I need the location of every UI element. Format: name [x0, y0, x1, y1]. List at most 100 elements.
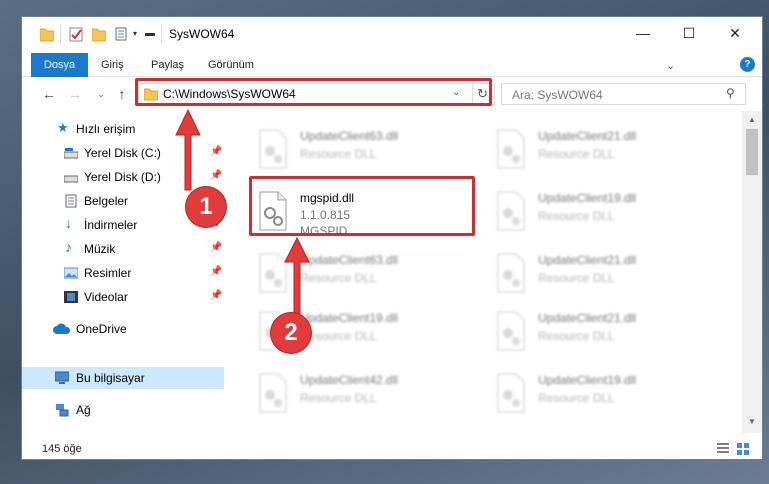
sidebar-item-drive-d[interactable]: Yerel Disk (D:) 📌	[22, 166, 224, 188]
dll-file-icon	[497, 129, 525, 169]
scroll-up-icon[interactable]: ▲	[746, 114, 758, 126]
scroll-down-icon[interactable]: ▼	[746, 416, 758, 428]
vertical-scrollbar[interactable]: ▲ ▼	[742, 111, 762, 433]
new-folder-icon[interactable]	[92, 26, 106, 42]
search-box[interactable]: Ara: SysWOW64 ⚲	[501, 83, 746, 105]
file-description: Resource DLL	[300, 329, 377, 343]
file-item[interactable]: UpdateClient42.dll Resource DLL	[250, 369, 474, 419]
recent-locations-icon[interactable]: ⌄	[92, 85, 110, 103]
sidebar-item-pictures[interactable]: Resimler 📌	[22, 262, 224, 284]
refresh-icon[interactable]: ↻	[477, 86, 488, 102]
file-name: UpdateClient19.dll	[538, 373, 637, 387]
back-arrow-icon[interactable]: ←	[40, 85, 58, 103]
sidebar-item-label: Müzik	[84, 242, 116, 256]
file-name: UpdateClient42.dll	[300, 373, 399, 387]
file-item[interactable]: UpdateClient19.dll Resource DLL	[488, 369, 712, 419]
sidebar-item-quick-access[interactable]: ★ Hızlı erişim	[22, 118, 224, 140]
sidebar-item-label: İndirmeler	[84, 218, 138, 232]
file-list: UpdateClient63.dll Resource DLL UpdateCl…	[228, 111, 742, 431]
navigation-pane: ★ Hızlı erişim Yerel Disk (C:) 📌 Yerel D…	[22, 111, 228, 431]
window-title: SysWOW64	[169, 27, 235, 41]
ribbon-tabs: Dosya Giriş Paylaş Görünüm ⌄ ?	[22, 49, 762, 77]
network-icon	[56, 404, 69, 417]
properties-icon[interactable]	[69, 26, 83, 42]
sidebar-item-label: OneDrive	[76, 322, 127, 336]
documents-icon	[65, 194, 77, 208]
maximize-button[interactable]: ☐	[666, 17, 712, 49]
sidebar-item-documents[interactable]: Belgeler 📌	[22, 190, 224, 212]
file-item-mgspid[interactable]: mgspid.dll 1.1.0.815 MGSPID	[250, 187, 474, 238]
sidebar-item-label: Hızlı erişim	[76, 122, 136, 136]
file-description: Resource DLL	[300, 391, 377, 405]
folder-icon	[40, 28, 54, 42]
dll-file-icon	[497, 191, 525, 231]
tab-dosya[interactable]: Dosya	[31, 53, 89, 77]
folder-icon	[144, 88, 158, 101]
computer-icon	[55, 371, 69, 384]
dll-file-icon	[497, 373, 525, 413]
file-item[interactable]: UpdateClient63.dll Resource DLL	[250, 125, 474, 175]
help-icon[interactable]: ?	[740, 57, 755, 72]
file-item[interactable]: UpdateClient19.dll Resource DLL	[488, 187, 712, 237]
dll-file-icon	[259, 129, 287, 169]
file-description: Resource DLL	[538, 329, 615, 343]
explorer-window: ▾ ▬ SysWOW64 — ☐ ✕ Dosya Giriş Paylaş Gö…	[21, 16, 763, 460]
scrollbar-thumb[interactable]	[746, 129, 758, 175]
music-icon: ♪	[65, 239, 72, 255]
search-placeholder[interactable]: Ara: SysWOW64	[512, 88, 603, 102]
sidebar-item-videos[interactable]: Videolar 📌	[22, 286, 224, 308]
file-item[interactable]: UpdateClient21.dll Resource DLL	[488, 307, 712, 357]
dll-file-icon	[259, 191, 287, 231]
pin-icon: 📌	[210, 266, 223, 277]
quick-access-menu-icon[interactable]: ▬	[145, 28, 155, 39]
dll-file-icon	[259, 311, 287, 351]
view-options-icon[interactable]	[115, 26, 131, 42]
pin-icon: 📌	[210, 146, 223, 157]
ribbon-expand-icon[interactable]: ⌄	[666, 59, 675, 72]
file-item[interactable]: UpdateClient19.dll Resource DLL	[250, 307, 474, 357]
file-item[interactable]: UpdateClient21.dll Resource DLL	[488, 125, 712, 175]
sidebar-item-music[interactable]: ♪ Müzik 📌	[22, 238, 224, 260]
close-button[interactable]: ✕	[712, 17, 758, 49]
drive-icon	[64, 148, 78, 159]
dll-file-icon	[259, 253, 287, 293]
star-icon: ★	[57, 120, 69, 135]
address-dropdown-icon[interactable]: ⌄	[452, 87, 460, 98]
tab-giris[interactable]: Giriş	[101, 53, 124, 77]
tab-gorunum[interactable]: Görünüm	[208, 53, 254, 77]
pictures-icon	[64, 267, 78, 279]
sidebar-item-drive-c[interactable]: Yerel Disk (C:) 📌	[22, 142, 224, 164]
file-description: Resource DLL	[538, 209, 615, 223]
pin-icon: 📌	[210, 218, 223, 229]
pin-icon: 📌	[210, 290, 223, 301]
details-view-icon[interactable]	[716, 442, 730, 456]
file-name: UpdateClient63.dll	[300, 129, 399, 143]
sidebar-item-this-pc[interactable]: Bu bilgisayar	[22, 367, 224, 389]
sidebar-item-label: Belgeler	[84, 194, 129, 208]
forward-arrow-icon[interactable]: →	[66, 85, 84, 103]
file-item[interactable]: UpdateClient21.dll Resource DLL	[488, 249, 712, 299]
large-icons-view-icon[interactable]	[736, 442, 750, 456]
file-name: mgspid.dll	[300, 191, 355, 205]
pin-icon: 📌	[210, 242, 223, 253]
file-description: Resource DLL	[538, 391, 615, 405]
sidebar-item-network[interactable]: Ağ	[22, 399, 224, 421]
minimize-button[interactable]: —	[620, 17, 666, 49]
file-item[interactable]: UpdateClient63.dll Resource DLL	[250, 249, 474, 299]
item-count: 145 öğe	[42, 443, 82, 455]
search-icon[interactable]: ⚲	[726, 86, 735, 100]
file-version: 1.1.0.815	[300, 208, 351, 222]
sidebar-item-downloads[interactable]: ↓ İndirmeler 📌	[22, 214, 224, 236]
pin-icon: 📌	[210, 194, 223, 205]
address-path[interactable]: C:\Windows\SysWOW64	[163, 87, 296, 101]
status-bar: 145 öğe	[22, 437, 762, 459]
address-bar[interactable]: C:\Windows\SysWOW64 ⌄ ↻	[138, 83, 495, 105]
file-description: Resource DLL	[300, 271, 377, 285]
title-bar: ▾ ▬ SysWOW64 — ☐ ✕	[22, 17, 762, 49]
sidebar-item-onedrive[interactable]: OneDrive	[22, 318, 224, 340]
customize-dropdown-icon[interactable]: ▾	[133, 29, 137, 38]
cloud-icon	[53, 323, 71, 334]
tab-paylas[interactable]: Paylaş	[151, 53, 184, 77]
up-arrow-icon[interactable]: ↑	[113, 85, 131, 103]
dll-file-icon	[497, 253, 525, 293]
